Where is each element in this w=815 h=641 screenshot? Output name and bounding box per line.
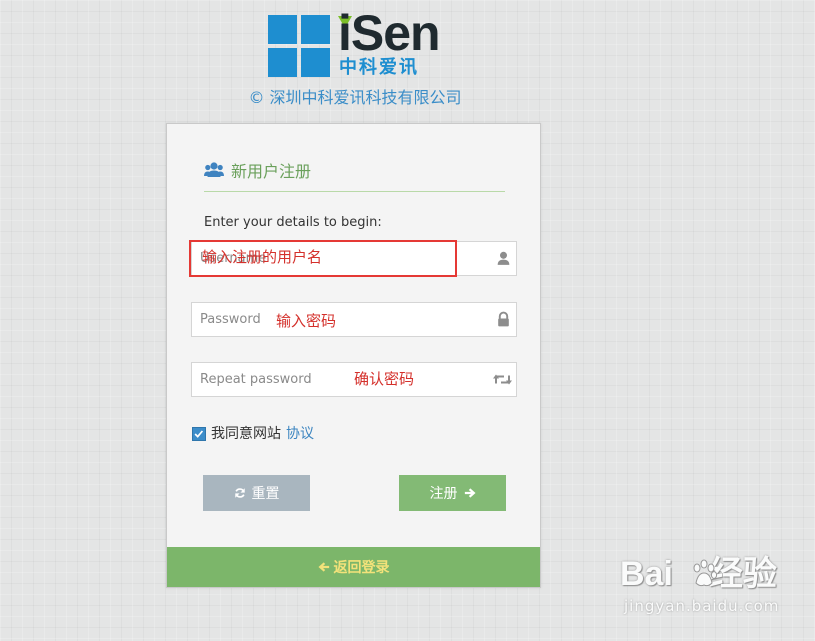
agreement-checkbox[interactable] [192,427,206,441]
check-icon [194,430,204,438]
brand-wordmark: iSen [338,5,441,61]
repeat-password-field[interactable] [191,362,517,397]
lock-icon [498,311,509,327]
card-header: 新用户注册 [204,161,505,192]
register-button[interactable]: 注册 [399,475,506,511]
card-title: 新用户注册 [231,162,312,181]
password-field[interactable] [191,302,517,337]
retweet-icon [493,374,512,385]
watermark-text-a: Bai [620,555,673,593]
windows-logo-icon [268,15,330,77]
watermark-site: jingyan.baidu.com [624,597,780,615]
brand-logo: iSen 中科爱讯 [268,5,443,79]
arrow-left-icon [317,562,329,572]
repeat-password-input[interactable] [192,363,482,396]
back-to-login-button[interactable]: 返回登录 [167,547,540,587]
brand-chinese-name: 中科爱讯 [339,57,419,78]
agreement-label: 我同意网站 [211,426,281,442]
paw-icon [693,559,718,587]
password-input[interactable] [192,303,482,336]
reset-button-label: 重置 [251,486,280,502]
reset-button[interactable]: 重置 [203,475,310,511]
register-card: 新用户注册 Enter your details to begin: Usern… [166,123,541,588]
agreement-link[interactable]: 协议 [286,424,314,444]
refresh-icon [234,488,245,498]
user-icon [497,251,510,265]
copyright-text: © 深圳中科爱讯科技有限公司 [248,88,462,107]
arrow-right-icon [464,488,476,498]
username-highlight-box [189,240,457,277]
baidu-jingyan-watermark: Bai 经验 jingyan.baidu.com [620,554,810,634]
users-icon [204,162,224,177]
form-hint: Enter your details to begin: [204,215,382,230]
back-to-login-label: 返回登录 [333,560,390,576]
register-button-label: 注册 [429,486,458,502]
